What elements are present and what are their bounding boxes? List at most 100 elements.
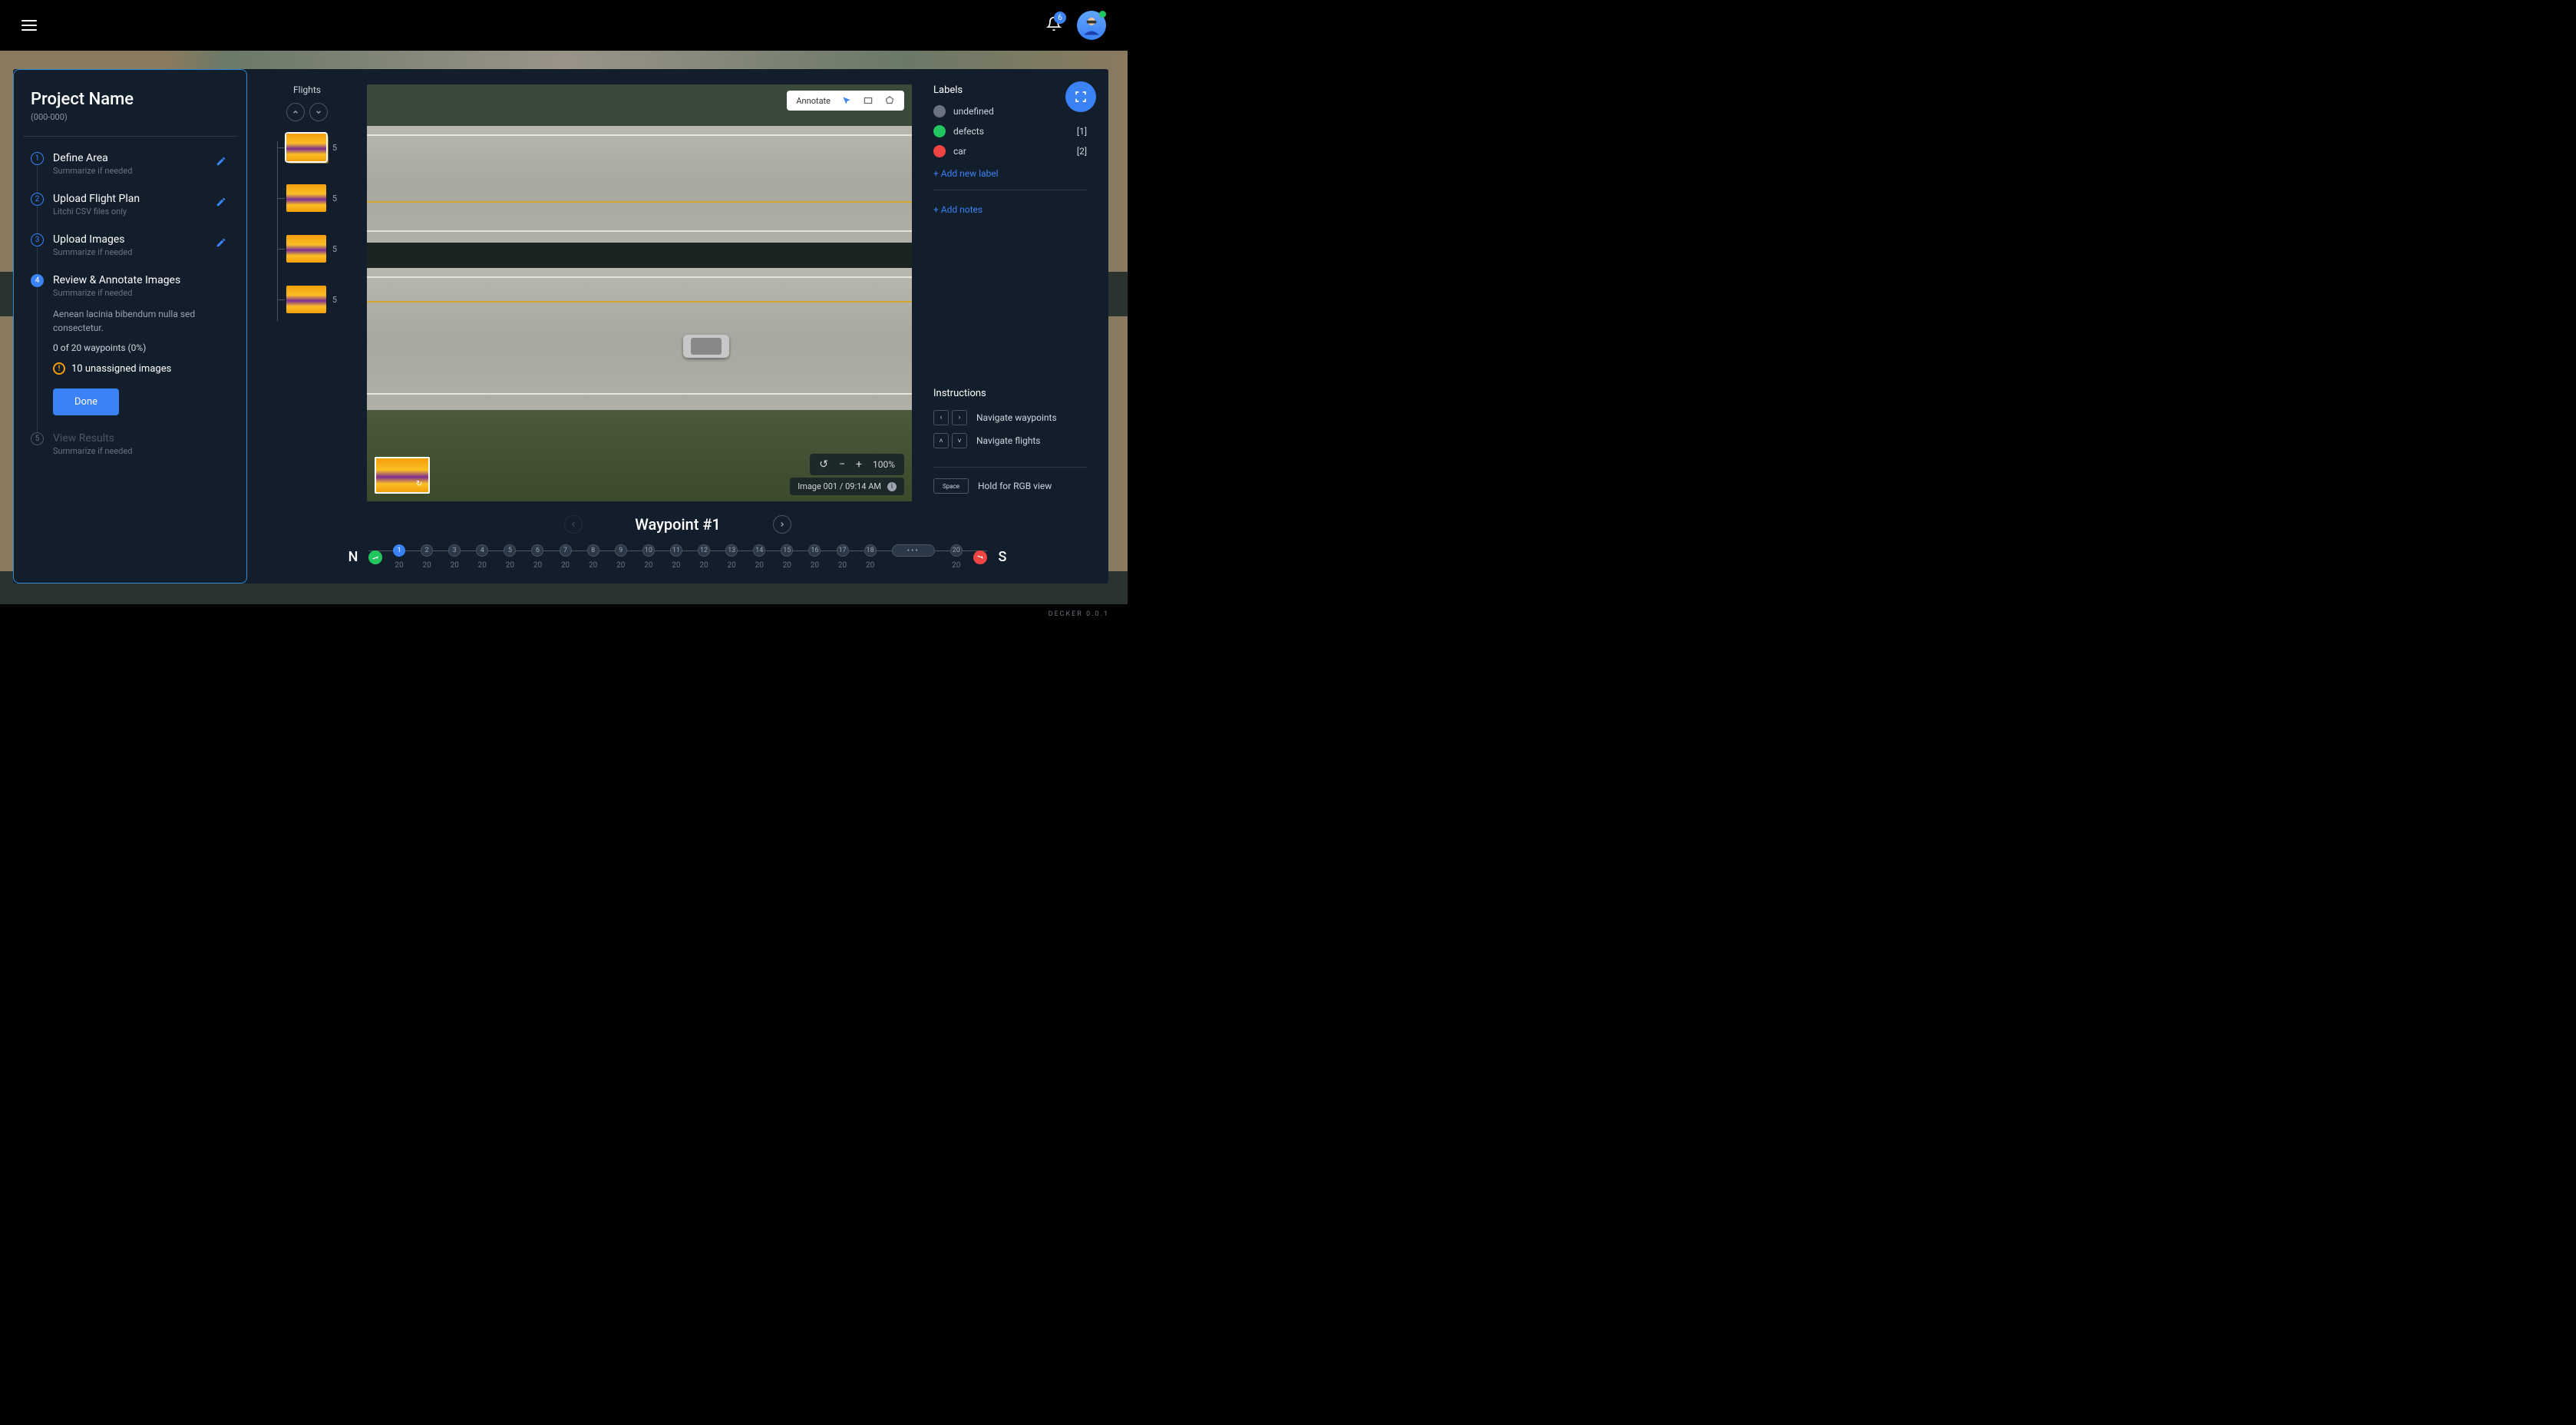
timeline-point[interactable]: 220 — [421, 544, 433, 570]
polygon-icon — [884, 95, 895, 106]
flight-item[interactable]: 5 — [286, 184, 337, 212]
timeline-start-marker[interactable] — [368, 550, 382, 564]
timeline-point[interactable]: 1620 — [808, 544, 821, 570]
viewer-column: Annotate ↻ ↺ − + 100% — [367, 84, 912, 501]
step-upload-flight-plan: 2 Upload Flight Plan Litchi CSV files on… — [31, 193, 230, 233]
timeline-end-marker[interactable] — [973, 550, 987, 564]
label-item-car[interactable]: car [2] — [933, 145, 1087, 157]
pointer-tool[interactable] — [841, 95, 852, 106]
timeline-point[interactable]: 420 — [476, 544, 488, 570]
timeline-point[interactable]: 720 — [560, 544, 572, 570]
timeline-point[interactable]: 120 — [393, 544, 405, 570]
label-count: [1] — [1077, 126, 1087, 137]
step-review-annotate: 4 Review & Annotate Images Summarize if … — [31, 274, 230, 432]
flight-item[interactable]: 5 — [286, 235, 337, 263]
timeline-point[interactable]: 1320 — [725, 544, 738, 570]
timeline-dot: 2 — [421, 544, 433, 557]
notification-count: 6 — [1054, 12, 1066, 24]
timeline-point[interactable]: 1820 — [864, 544, 877, 570]
reset-zoom-button[interactable]: ↺ — [819, 458, 828, 471]
notifications-button[interactable]: 6 — [1046, 16, 1062, 35]
timeline-point[interactable]: 1220 — [698, 544, 710, 570]
edit-step-button[interactable] — [213, 193, 230, 217]
timeline-dot: 16 — [808, 544, 821, 557]
timeline-value: 20 — [728, 561, 736, 570]
timeline-point[interactable]: 1420 — [753, 544, 765, 570]
flight-thumbnail — [286, 184, 326, 212]
thermal-thumbnail[interactable]: ↻ — [375, 457, 430, 494]
edit-step-button[interactable] — [213, 233, 230, 257]
image-meta-text: Image 001 / 09:14 AM — [798, 481, 881, 491]
fullscreen-button[interactable] — [1065, 81, 1096, 112]
flight-thumbnail — [286, 286, 326, 313]
pencil-icon — [216, 156, 226, 167]
timeline-point[interactable]: 320 — [448, 544, 461, 570]
info-icon[interactable]: i — [887, 482, 897, 491]
timeline-dot: 4 — [476, 544, 488, 557]
footer: DECKER 0.0.1 — [0, 604, 1128, 623]
timeline-point[interactable]: 920 — [615, 544, 627, 570]
status-dot-icon — [1099, 11, 1106, 18]
timeline-point[interactable]: 1020 — [642, 544, 655, 570]
chevron-right-icon — [778, 521, 786, 528]
flight-item[interactable]: 5 — [286, 134, 337, 161]
step-view-results: 5 View Results Summarize if needed — [31, 432, 230, 473]
pencil-icon — [216, 237, 226, 248]
timeline-value: 20 — [395, 561, 403, 570]
label-item-defects[interactable]: defects [1] — [933, 125, 1087, 137]
waypoint-nav: Waypoint #1 — [269, 515, 1087, 534]
flights-down-button[interactable] — [309, 103, 328, 121]
done-button[interactable]: Done — [53, 388, 119, 415]
label-color-dot — [933, 125, 946, 137]
step-title: Upload Images — [53, 233, 203, 246]
timeline-dot: 14 — [753, 544, 765, 557]
avatar[interactable] — [1077, 11, 1106, 40]
edit-step-button[interactable] — [213, 152, 230, 176]
flight-count: 5 — [332, 193, 337, 203]
flight-count: 5 — [332, 295, 337, 305]
timeline-point[interactable]: 1520 — [781, 544, 793, 570]
instruction-rgb: Space Hold for RGB view — [933, 478, 1087, 494]
instruction-flights: ˄ ˅ Navigate flights — [933, 433, 1087, 448]
flights-up-button[interactable] — [286, 103, 305, 121]
timeline-value: 20 — [838, 561, 847, 570]
timeline-point[interactable]: 2020 — [950, 544, 963, 570]
timeline-start-label: N — [345, 549, 361, 565]
polygon-tool[interactable] — [884, 95, 895, 106]
label-item-undefined[interactable]: undefined — [933, 105, 1087, 117]
label-color-dot — [933, 105, 946, 117]
flight-item[interactable]: 5 — [286, 286, 337, 313]
timeline-point[interactable]: 1120 — [670, 544, 682, 570]
step-subtitle: Summarize if needed — [53, 166, 203, 176]
timeline-value: 20 — [478, 561, 487, 570]
rectangle-tool[interactable] — [863, 95, 874, 106]
zoom-in-button[interactable]: + — [856, 458, 862, 471]
waypoint-next-button[interactable] — [773, 515, 791, 534]
takeoff-icon — [372, 554, 379, 561]
sidebar: Project Name (000-000) 1 Define Area Sum… — [13, 69, 247, 584]
timeline-value: 20 — [589, 561, 597, 570]
step-progress: 0 of 20 waypoints (0%) — [53, 342, 230, 353]
step-define-area: 1 Define Area Summarize if needed — [31, 152, 230, 193]
waypoint-prev-button[interactable] — [564, 515, 583, 534]
timeline-more[interactable]: ••• — [892, 544, 935, 570]
timeline-point[interactable]: 1720 — [837, 544, 849, 570]
add-notes-link[interactable]: + Add notes — [933, 204, 1087, 215]
viewer-controls: ↺ − + 100% — [810, 454, 904, 475]
timeline-point[interactable]: 520 — [504, 544, 516, 570]
image-viewer[interactable]: Annotate ↻ ↺ − + 100% — [367, 84, 912, 501]
project-subtitle: (000-000) — [31, 112, 230, 122]
annotate-label: Annotate — [796, 96, 831, 106]
timeline-point[interactable]: 820 — [587, 544, 599, 570]
timeline-dot: 7 — [560, 544, 572, 557]
right-column: Labels undefined defects [1] car [2] + A… — [933, 84, 1087, 501]
zoom-out-button[interactable]: − — [839, 458, 845, 471]
menu-button[interactable] — [21, 20, 37, 31]
timeline-value: 20 — [506, 561, 514, 570]
timeline-point[interactable]: 620 — [531, 544, 543, 570]
waypoint-timeline: N 12022032042052062072082092010201120122… — [269, 544, 1087, 570]
add-label-link[interactable]: + Add new label — [933, 168, 1087, 179]
down-key-icon: ˅ — [952, 433, 967, 448]
project-title: Project Name — [31, 90, 230, 109]
chevron-left-icon — [570, 521, 577, 528]
